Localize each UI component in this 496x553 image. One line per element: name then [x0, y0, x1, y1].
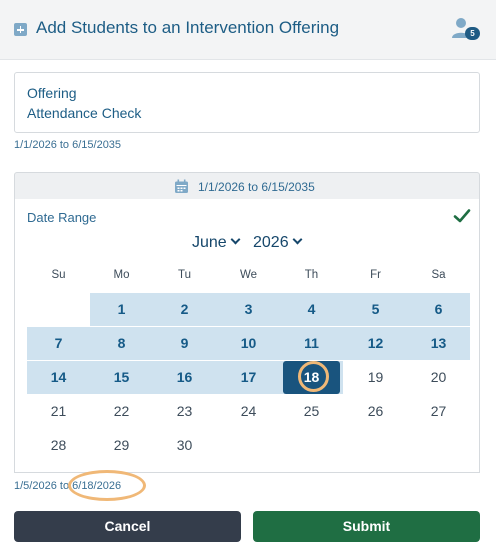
month-select[interactable]: June	[192, 234, 241, 252]
calendar-day[interactable]: 23	[153, 395, 216, 428]
dialog-header: Add Students to an Intervention Offering…	[0, 0, 496, 60]
calendar-day[interactable]: 10	[217, 327, 280, 360]
calendar-day[interactable]: 9	[153, 327, 216, 360]
calendar-day[interactable]: 16	[153, 361, 216, 394]
calendar-day[interactable]: 25	[280, 395, 343, 428]
calendar-day[interactable]: 4	[280, 293, 343, 326]
calendar-day[interactable]: 2	[153, 293, 216, 326]
calendar-day[interactable]: 22	[90, 395, 153, 428]
date-range-bar-text: 1/1/2026 to 6/15/2035	[198, 180, 315, 194]
offering-date-range: 1/1/2026 to 6/15/2035	[14, 139, 122, 151]
year-select[interactable]: 2026	[253, 234, 303, 252]
calendar-day[interactable]: 6	[407, 293, 470, 326]
calendar-day[interactable]: 13	[407, 327, 470, 360]
offering-value: Attendance Check	[27, 105, 142, 121]
calendar-day[interactable]: 26	[344, 395, 407, 428]
date-range-bar[interactable]: 1/1/2026 to 6/15/2035	[14, 172, 480, 200]
calendar-day[interactable]: 30	[153, 429, 216, 462]
selected-start-date: 1/5/2026	[14, 480, 57, 492]
calendar-icon	[175, 179, 188, 193]
year-select-value: 2026	[253, 234, 289, 251]
calendar-day[interactable]: 28	[27, 429, 90, 462]
calendar-day[interactable]: 14	[27, 361, 90, 394]
checkmark-icon	[453, 209, 471, 223]
chevron-down-icon	[292, 234, 303, 245]
month-select-value: June	[192, 234, 227, 251]
selected-range-connector: to	[59, 480, 70, 492]
calendar-day[interactable]: 15	[90, 361, 153, 394]
calendar-day[interactable]: 8	[90, 327, 153, 360]
chevron-down-icon	[230, 234, 241, 245]
weekday-header: Tu	[178, 269, 191, 281]
calendar-day[interactable]: 11	[280, 327, 343, 360]
date-range-label: Date Range	[27, 210, 97, 225]
selected-end-date: 6/18/2026	[72, 480, 122, 492]
calendar-day[interactable]: 27	[407, 395, 470, 428]
calendar-day-selected[interactable]: 18	[283, 361, 340, 394]
weekday-header: Th	[304, 269, 319, 281]
calendar-day[interactable]: 24	[217, 395, 280, 428]
calendar-day[interactable]: 12	[344, 327, 407, 360]
student-count-badge: 5	[465, 27, 480, 40]
calendar-day[interactable]: 3	[217, 293, 280, 326]
calendar-day[interactable]: 21	[27, 395, 90, 428]
weekday-header: Sa	[431, 269, 446, 281]
offering-field[interactable]: Offering Attendance Check	[14, 72, 480, 133]
offering-label: Offering	[27, 85, 77, 101]
weekday-header: Fr	[370, 269, 381, 281]
calendar-day[interactable]: 20	[407, 361, 470, 394]
weekday-header: Su	[51, 269, 66, 281]
submit-button[interactable]: Submit	[253, 511, 480, 542]
add-square-icon	[14, 23, 27, 36]
date-range-calendar: Date Range June 2026 Su Mo Tu We Th Fr Sa 1 2 3 4 5…	[14, 199, 480, 473]
calendar-day[interactable]: 29	[90, 429, 153, 462]
cancel-button[interactable]: Cancel	[14, 511, 241, 542]
dialog-title: Add Students to an Intervention Offering	[36, 18, 340, 37]
calendar-day[interactable]: 19	[344, 361, 407, 394]
weekday-header: We	[239, 269, 258, 281]
calendar-day[interactable]: 5	[344, 293, 407, 326]
calendar-day[interactable]: 1	[90, 293, 153, 326]
weekday-header: Mo	[113, 269, 130, 281]
calendar-day[interactable]: 17	[217, 361, 280, 394]
calendar-day[interactable]: 7	[27, 327, 90, 360]
selected-date-range: 1/5/2026 to 6/18/2026	[14, 480, 121, 492]
